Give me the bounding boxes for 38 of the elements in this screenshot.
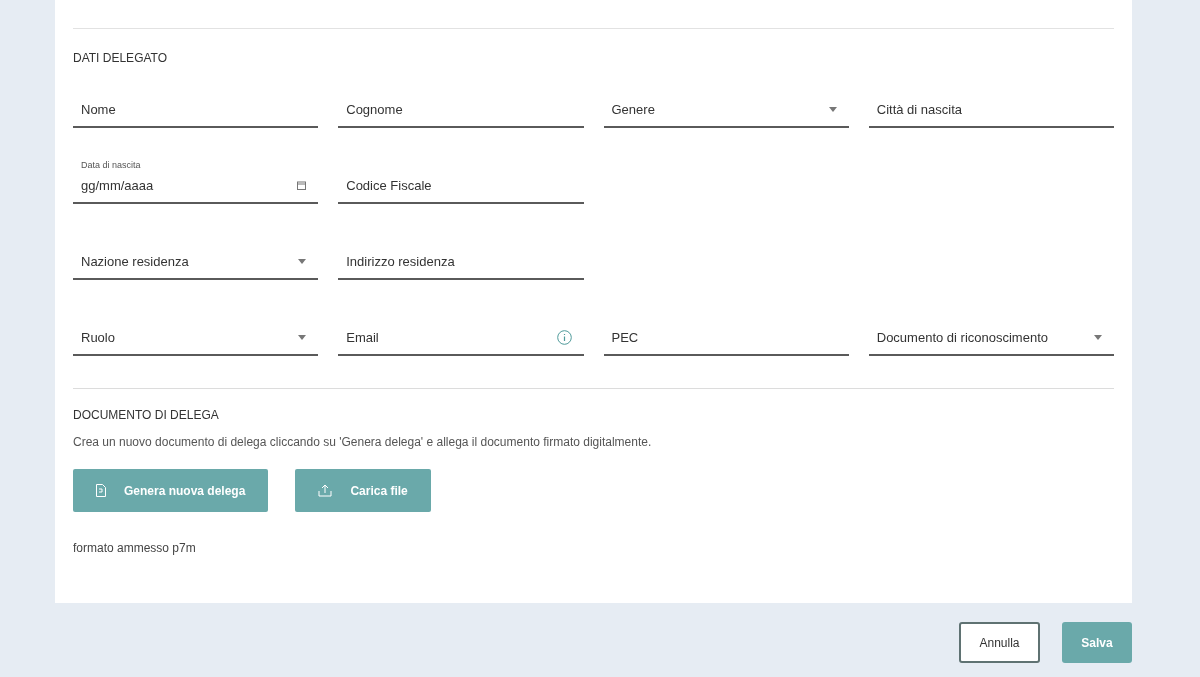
input-field[interactable]: Email [338, 310, 584, 356]
caret-icon [828, 106, 837, 112]
field-placeholder: Codice Fiscale [346, 176, 432, 195]
field-placeholder: Cognome [346, 100, 403, 119]
section-title: DATI DELEGATO [73, 50, 169, 67]
upload-icon [318, 484, 333, 497]
input-field[interactable]: Città di nascita [868, 82, 1114, 128]
cancel-button[interactable]: Annulla [959, 622, 1040, 663]
field-label: Data di nascita [81, 160, 142, 170]
input-field[interactable]: Cognome [338, 82, 584, 128]
format-note: formato ammesso p7m [73, 540, 197, 557]
field-placeholder: PEC [611, 328, 639, 347]
select-field[interactable]: Ruolo [73, 310, 319, 356]
input-field[interactable]: Nome [73, 82, 319, 128]
input-field[interactable]: Data di nascita gg/mm/aaaa [73, 158, 319, 204]
select-field[interactable]: Nazione residenza [73, 234, 319, 280]
field-placeholder: Ruolo [81, 328, 115, 347]
field-placeholder: Documento di riconoscimento [876, 328, 1048, 347]
calendar-icon [297, 180, 307, 190]
field-placeholder: gg/mm/aaaa [81, 176, 154, 195]
select-field[interactable]: Genere [603, 82, 849, 128]
field-placeholder: Indirizzo residenza [346, 252, 455, 271]
field-placeholder: Nome [81, 100, 116, 119]
caret-icon [1094, 334, 1102, 340]
caret-icon [298, 258, 307, 264]
input-field[interactable]: Codice Fiscale [338, 158, 584, 204]
info-icon [556, 329, 572, 345]
input-field[interactable]: PEC [603, 310, 849, 356]
description-text: Crea un nuovo documento di delega cliccando su 'Genera delega' e allega il documento firmato digitalmente. [73, 434, 653, 451]
field-placeholder: Nazione residenza [81, 252, 189, 271]
input-field[interactable]: Indirizzo residenza [338, 234, 584, 280]
select-field[interactable]: Documento di riconoscimento [868, 310, 1114, 356]
field-placeholder: Genere [611, 100, 655, 119]
field-placeholder: Città di nascita [876, 100, 962, 119]
caret-icon [298, 334, 307, 340]
field-placeholder: Email [346, 328, 379, 347]
section-title: DOCUMENTO DI DELEGA [73, 407, 220, 424]
document-icon [96, 484, 106, 497]
